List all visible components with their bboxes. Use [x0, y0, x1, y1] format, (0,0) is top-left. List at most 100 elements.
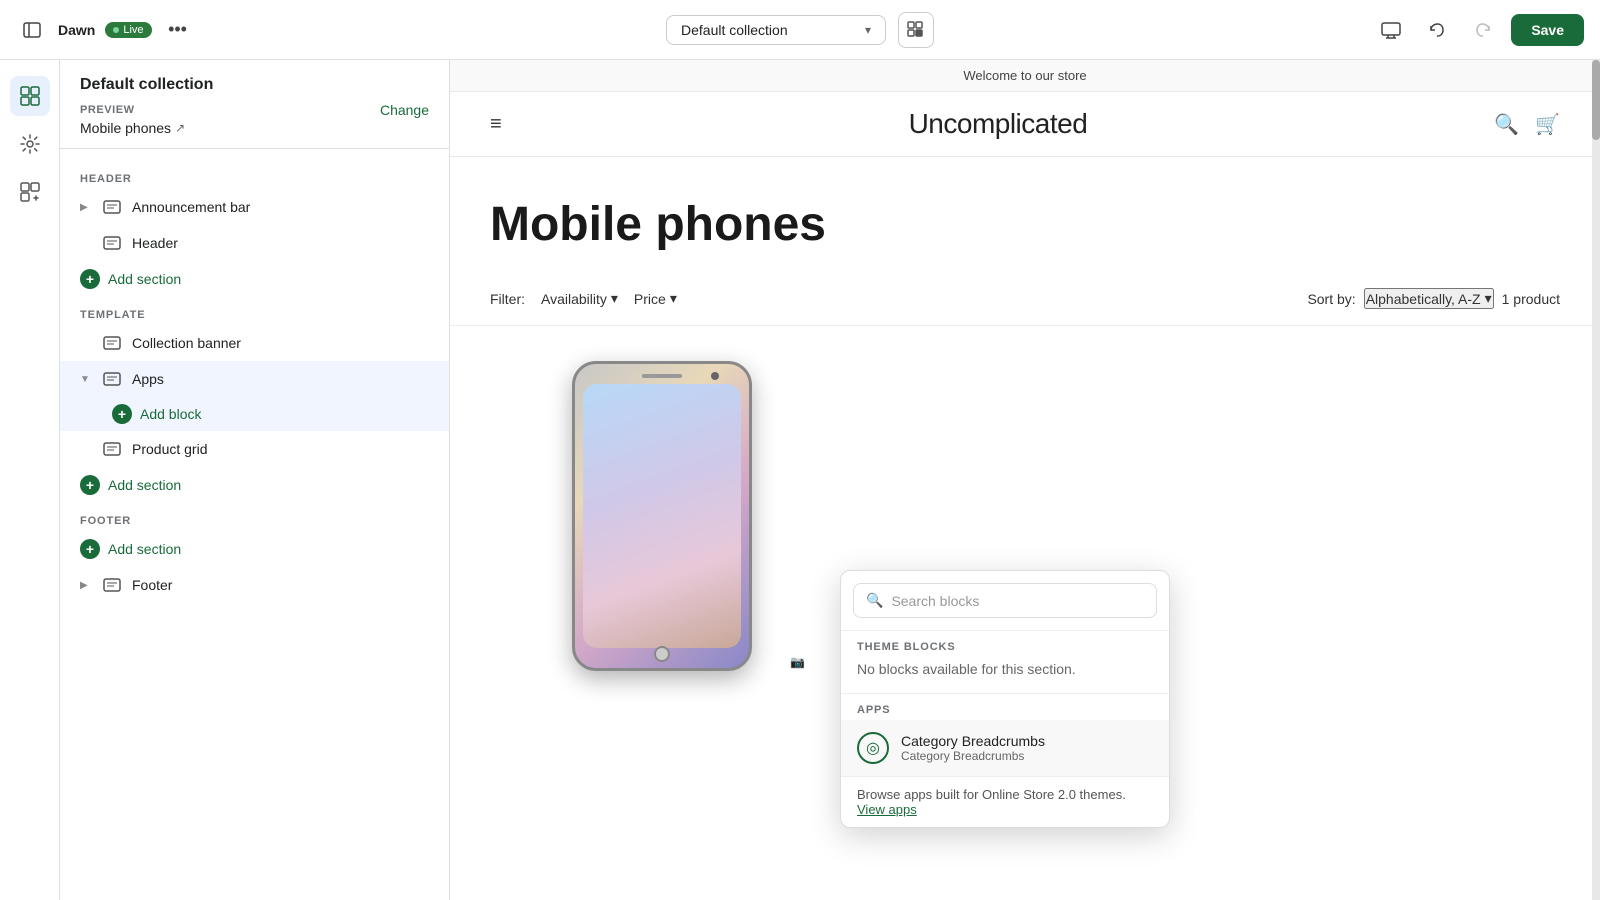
hamburger-icon[interactable]: ≡	[490, 113, 502, 136]
sort-label: Sort by:	[1307, 291, 1355, 307]
topbar-right: Save	[1069, 12, 1584, 48]
phone-speaker	[642, 374, 682, 378]
search-input[interactable]: Search blocks	[891, 593, 1144, 609]
filter-right: Sort by: Alphabetically, A-Z ▾ 1 product	[1307, 288, 1560, 309]
more-button[interactable]: •••	[162, 14, 194, 46]
live-label: Live	[123, 24, 143, 36]
app-info: Category Breadcrumbs Category Breadcrumb…	[901, 733, 1153, 763]
phone-screen	[583, 384, 741, 648]
phone-camera	[711, 372, 719, 380]
topbar-left: Dawn Live •••	[16, 14, 531, 46]
sidebar-item-header[interactable]: ▶ Header	[60, 225, 449, 261]
footer-section-label: FOOTER	[60, 507, 449, 531]
search-icon-popup: 🔍	[866, 592, 883, 609]
footer-section-group: FOOTER + Add section ▶ Footer	[60, 507, 449, 603]
apps-icon	[102, 369, 122, 389]
add-section-template-label: Add section	[108, 477, 181, 493]
sort-button[interactable]: Alphabetically, A-Z ▾	[1364, 288, 1494, 309]
search-icon[interactable]: 🔍	[1494, 112, 1519, 137]
preview-row: PREVIEW Change	[80, 102, 429, 118]
back-button[interactable]	[16, 14, 48, 46]
header-section-label: HEADER	[60, 165, 449, 189]
chevron-down-icon-availability: ▾	[611, 290, 618, 307]
footer-icon	[102, 575, 122, 595]
store-header-icons: 🔍 🛒	[1494, 112, 1560, 137]
store-name: Dawn	[58, 22, 95, 38]
preview-value: Mobile phones ↗	[80, 120, 429, 136]
apps-section-label: APPS	[841, 693, 1169, 720]
redo-button[interactable]	[1465, 12, 1501, 48]
no-blocks-text: No blocks available for this section.	[841, 657, 1169, 689]
add-circle-icon: +	[80, 269, 100, 289]
camera-overlay-icon: 📷	[786, 650, 810, 674]
view-apps-link[interactable]: View apps	[857, 802, 917, 817]
filter-bar: Filter: Availability ▾ Price ▾ Sort by: …	[450, 272, 1600, 326]
add-circle-icon-footer: +	[80, 539, 100, 559]
sidebar-header: Default collection PREVIEW Change Mobile…	[60, 60, 449, 149]
change-link[interactable]: Change	[380, 102, 429, 118]
collection-hero: Mobile phones	[450, 157, 1600, 272]
blocks-popup: 🔍 Search blocks THEME BLOCKS No blocks a…	[840, 570, 1170, 828]
live-dot	[113, 27, 119, 33]
store-header: ≡ Uncomplicated 🔍 🛒	[450, 92, 1600, 157]
apps-label: Apps	[132, 371, 164, 387]
announcement-bar-icon	[102, 197, 122, 217]
scrollbar-thumb[interactable]	[1592, 60, 1600, 140]
sidebar-item-apps[interactable]: ▼ Apps	[60, 361, 449, 397]
sidebar-item-product-grid[interactable]: ▶ Product grid	[60, 431, 449, 467]
store-announcement-bar: Welcome to our store	[450, 60, 1600, 92]
preview-area: Welcome to our store ≡ Uncomplicated 🔍 🛒…	[450, 60, 1600, 900]
collection-dropdown[interactable]: Default collection ▾	[666, 15, 886, 45]
add-section-footer[interactable]: + Add section	[60, 531, 449, 567]
grid-view-button[interactable]	[898, 12, 934, 48]
add-section-header-label: Add section	[108, 271, 181, 287]
dropdown-label: Default collection	[681, 22, 788, 38]
sidebar-item-collection-banner[interactable]: ▶ Collection banner	[60, 325, 449, 361]
nav-icon-add[interactable]	[10, 172, 50, 212]
sidebar-item-footer[interactable]: ▶ Footer	[60, 567, 449, 603]
nav-icon-customize[interactable]	[10, 124, 50, 164]
chevron-down-icon-price: ▾	[670, 290, 677, 307]
collection-title: Mobile phones	[490, 197, 1560, 252]
topbar: Dawn Live ••• Default collection ▾	[0, 0, 1600, 60]
footer-label: Footer	[132, 577, 172, 593]
price-filter[interactable]: Price ▾	[634, 290, 677, 307]
product-image[interactable]: 📷	[502, 346, 822, 686]
phone-shape	[572, 361, 752, 671]
add-block-label: Add block	[140, 406, 201, 422]
add-section-header[interactable]: + Add section	[60, 261, 449, 297]
announcement-text: Welcome to our store	[963, 68, 1086, 83]
chevron-down-icon-sort: ▾	[1485, 290, 1492, 307]
main-layout: Default collection PREVIEW Change Mobile…	[0, 60, 1600, 900]
collection-banner-icon	[102, 333, 122, 353]
external-link-icon: ↗	[175, 121, 185, 135]
collection-banner-label: Collection banner	[132, 335, 241, 351]
undo-button[interactable]	[1419, 12, 1455, 48]
announcement-bar-label: Announcement bar	[132, 199, 250, 215]
live-badge: Live	[105, 22, 151, 38]
desktop-view-button[interactable]	[1373, 12, 1409, 48]
template-section-label: TEMPLATE	[60, 301, 449, 325]
nav-icons	[0, 60, 60, 900]
template-section-group: TEMPLATE ▶ Collection banner ▼	[60, 301, 449, 503]
add-block-button[interactable]: + Add block	[60, 397, 449, 431]
add-circle-icon-template: +	[80, 475, 100, 495]
product-grid-label: Product grid	[132, 441, 207, 457]
cart-icon[interactable]: 🛒	[1535, 112, 1560, 137]
sidebar: Default collection PREVIEW Change Mobile…	[60, 60, 450, 900]
preview-value-text: Mobile phones	[80, 120, 171, 136]
product-count: 1 product	[1502, 291, 1560, 307]
save-button[interactable]: Save	[1511, 14, 1584, 46]
nav-icon-sections[interactable]	[10, 76, 50, 116]
availability-filter[interactable]: Availability ▾	[541, 290, 618, 307]
sidebar-item-announcement-bar[interactable]: ▶ Announcement bar	[60, 189, 449, 225]
chevron-right-icon-footer: ▶	[80, 580, 92, 591]
filter-left: Filter: Availability ▾ Price ▾	[490, 290, 677, 307]
category-breadcrumbs-item[interactable]: ◎ Category Breadcrumbs Category Breadcru…	[841, 720, 1169, 776]
browse-text: Browse apps built for Online Store 2.0 t…	[857, 787, 1126, 802]
add-section-template[interactable]: + Add section	[60, 467, 449, 503]
chevron-right-icon: ▶	[80, 202, 92, 213]
category-breadcrumbs-icon: ◎	[857, 732, 889, 764]
popup-footer: Browse apps built for Online Store 2.0 t…	[841, 776, 1169, 827]
header-icon	[102, 233, 122, 253]
